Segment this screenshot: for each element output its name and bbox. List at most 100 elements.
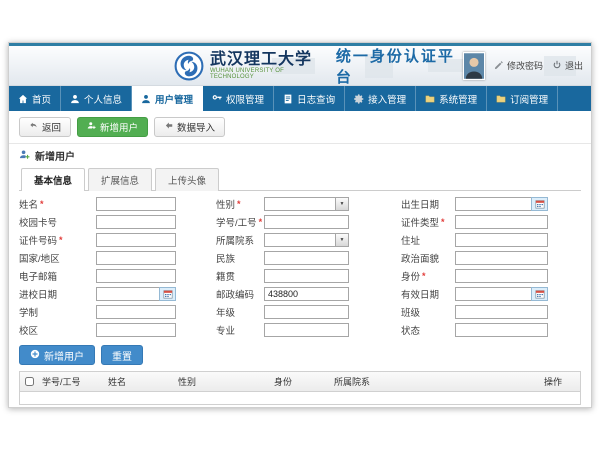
text-input[interactable]: [264, 323, 349, 337]
field-label-text: 状态: [401, 323, 420, 337]
calendar-button[interactable]: [531, 197, 548, 211]
text-input[interactable]: [264, 287, 349, 301]
date-field: [455, 197, 548, 211]
power-icon: [552, 60, 562, 72]
text-input[interactable]: [96, 197, 176, 211]
form-tab-3[interactable]: 上传头像: [155, 168, 219, 191]
field-label-text: 出生日期: [401, 197, 439, 211]
submit-add-user-button[interactable]: 新增用户: [19, 345, 95, 365]
text-input[interactable]: [455, 251, 548, 265]
app-header: 武汉理工大学 WUHAN UNIVERSITY OF TECHNOLOGY 统一…: [9, 46, 591, 86]
field-label-text: 学制: [19, 305, 38, 319]
field-label-text: 住址: [401, 233, 420, 247]
field-label: 年级: [216, 305, 264, 319]
field-label: 住址: [401, 233, 455, 247]
text-input[interactable]: [96, 305, 176, 319]
back-button[interactable]: 返回: [19, 117, 71, 137]
text-input[interactable]: [96, 251, 176, 265]
field-label-text: 有效日期: [401, 287, 439, 301]
text-input[interactable]: [264, 305, 349, 319]
nav-tab-7[interactable]: 系统管理: [416, 86, 487, 111]
plus-circle-icon: [30, 349, 40, 362]
submit-add-user-label: 新增用户: [44, 348, 84, 363]
nav-tab-3[interactable]: 用户管理: [132, 86, 203, 111]
field-label-text: 性别: [216, 197, 235, 211]
nav-tab-label: 首页: [32, 92, 51, 106]
nav-tab-label: 用户管理: [155, 92, 193, 106]
field-label: 有效日期: [401, 287, 455, 301]
nav-tab-label: 接入管理: [368, 92, 406, 106]
select-field[interactable]: ▼: [264, 233, 349, 247]
nav-tab-6[interactable]: 接入管理: [345, 86, 416, 111]
date-field: [96, 287, 176, 301]
text-input[interactable]: [96, 323, 176, 337]
nav-tab-label: 订阅管理: [510, 92, 548, 106]
nav-tab-1[interactable]: 首页: [9, 86, 61, 111]
nav-tab-2[interactable]: 个人信息: [61, 86, 132, 111]
back-arrow-icon: [29, 121, 38, 133]
form-tab-2[interactable]: 扩展信息: [88, 168, 152, 191]
app-window: 武汉理工大学 WUHAN UNIVERSITY OF TECHNOLOGY 统一…: [8, 42, 592, 408]
field-label-text: 校区: [19, 323, 38, 337]
required-asterisk: *: [259, 217, 263, 227]
toolbar: 返回 新增用户 数据导入: [19, 117, 581, 137]
change-password-link[interactable]: 修改密码: [494, 59, 543, 72]
avatar[interactable]: [463, 52, 485, 80]
field-label-text: 政治面貌: [401, 251, 439, 265]
text-input[interactable]: [455, 215, 548, 229]
text-input[interactable]: [455, 233, 548, 247]
data-import-label: 数据导入: [177, 120, 215, 134]
field-label: 进校日期: [19, 287, 96, 301]
divider: [9, 143, 591, 144]
reset-button[interactable]: 重置: [101, 345, 143, 365]
required-asterisk: *: [59, 235, 63, 245]
users-icon: [141, 94, 151, 104]
text-input[interactable]: [455, 305, 548, 319]
calendar-button[interactable]: [159, 287, 176, 301]
select-value: [265, 234, 335, 246]
import-arrow-icon: [164, 121, 173, 133]
date-input[interactable]: [96, 287, 159, 301]
field-label-text: 国家/地区: [19, 251, 60, 265]
text-input[interactable]: [264, 215, 349, 229]
nav-tab-label: 日志查询: [297, 92, 335, 106]
text-input[interactable]: [455, 323, 548, 337]
select-all-checkbox[interactable]: [25, 377, 34, 386]
text-input[interactable]: [455, 269, 548, 283]
field-label: 学制: [19, 305, 96, 319]
table-column-header: 性别: [174, 375, 270, 388]
text-input[interactable]: [96, 233, 176, 247]
field-label-text: 证件类型: [401, 215, 439, 229]
text-input[interactable]: [264, 251, 349, 265]
section-title: 新增用户: [19, 148, 581, 163]
nav-tab-8[interactable]: 订阅管理: [487, 86, 558, 111]
text-input[interactable]: [96, 215, 176, 229]
nav-tab-4[interactable]: 权限管理: [203, 86, 274, 111]
user-table-empty-body: [20, 392, 580, 404]
select-field[interactable]: ▼: [264, 197, 349, 211]
text-input[interactable]: [96, 269, 176, 283]
nav-tab-label: 个人信息: [84, 92, 122, 106]
field-label-text: 身份: [401, 269, 420, 283]
date-input[interactable]: [455, 287, 531, 301]
add-user-toolbar-button[interactable]: 新增用户: [77, 117, 148, 137]
user-icon: [70, 94, 80, 104]
log-icon: [283, 94, 293, 104]
field-label-text: 年级: [216, 305, 235, 319]
data-import-button[interactable]: 数据导入: [154, 117, 225, 137]
calendar-icon: [163, 287, 173, 302]
field-label-text: 班级: [401, 305, 420, 319]
logout-link[interactable]: 退出: [552, 59, 583, 72]
form-actions: 新增用户 重置: [19, 345, 581, 365]
text-input[interactable]: [264, 269, 349, 283]
field-label-text: 所属院系: [216, 233, 254, 247]
nav-tab-5[interactable]: 日志查询: [274, 86, 345, 111]
field-label-text: 籍贯: [216, 269, 235, 283]
calendar-button[interactable]: [531, 287, 548, 301]
date-input[interactable]: [455, 197, 531, 211]
add-user-section-icon: [19, 149, 30, 163]
university-name-en: WUHAN UNIVERSITY OF TECHNOLOGY: [210, 68, 322, 81]
table-column-header: 操作: [540, 375, 580, 388]
back-button-label: 返回: [42, 120, 61, 134]
form-tab-1[interactable]: 基本信息: [21, 168, 85, 191]
